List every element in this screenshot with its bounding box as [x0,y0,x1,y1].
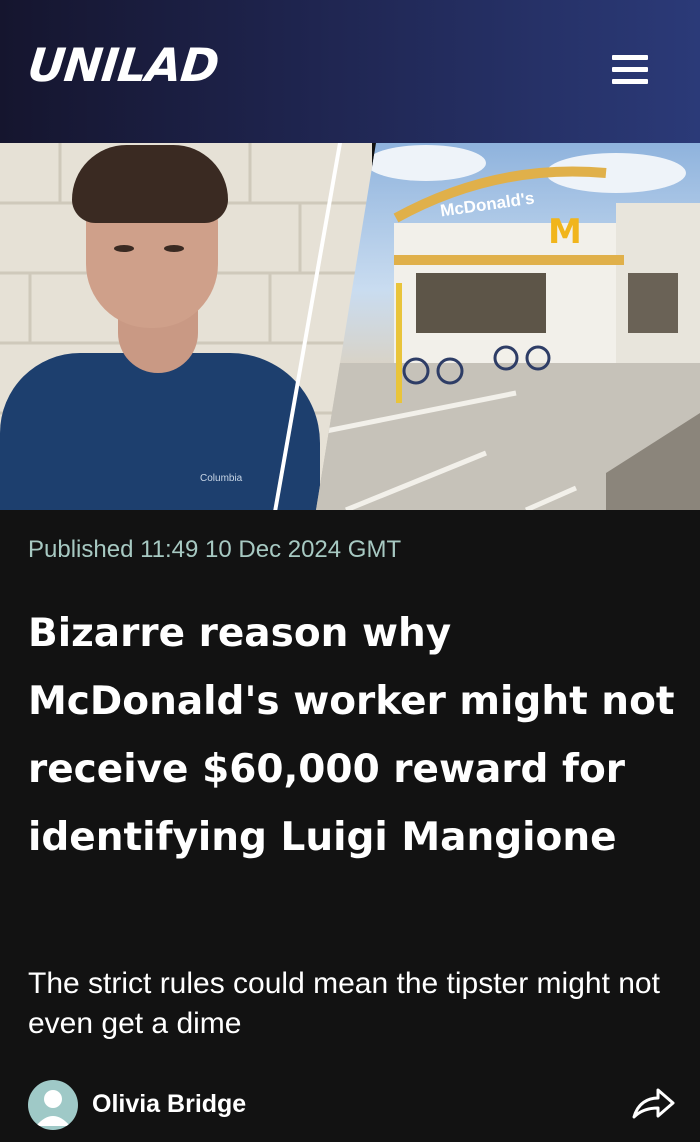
person-hair [72,145,228,223]
person-shirt: Columbia [0,353,320,510]
svg-text:M: M [548,212,582,252]
right-eye [164,245,184,252]
published-date: Published 11:49 10 Dec 2024 GMT [28,536,402,563]
share-arrow-icon[interactable] [630,1085,676,1121]
hero-image: Columbia M McDonald's [0,143,700,510]
article-subtitle: The strict rules could mean the tipster … [28,967,660,1040]
author-byline[interactable]: Olivia Bridge [28,1080,428,1130]
site-logo[interactable]: UNILAD [25,38,221,92]
shirt-logo-text: Columbia [200,473,243,484]
article-title: Bizarre reason why McDonald's worker mig… [28,611,675,860]
left-eye [114,245,134,252]
hamburger-menu-icon[interactable] [610,52,650,86]
site-header: UNILAD [0,0,700,143]
person-avatar-icon [28,1080,78,1130]
mugshot-photo: Columbia [0,143,372,510]
restaurant-photo: M McDonald's [316,143,700,510]
author-name[interactable]: Olivia Bridge [92,1090,246,1119]
